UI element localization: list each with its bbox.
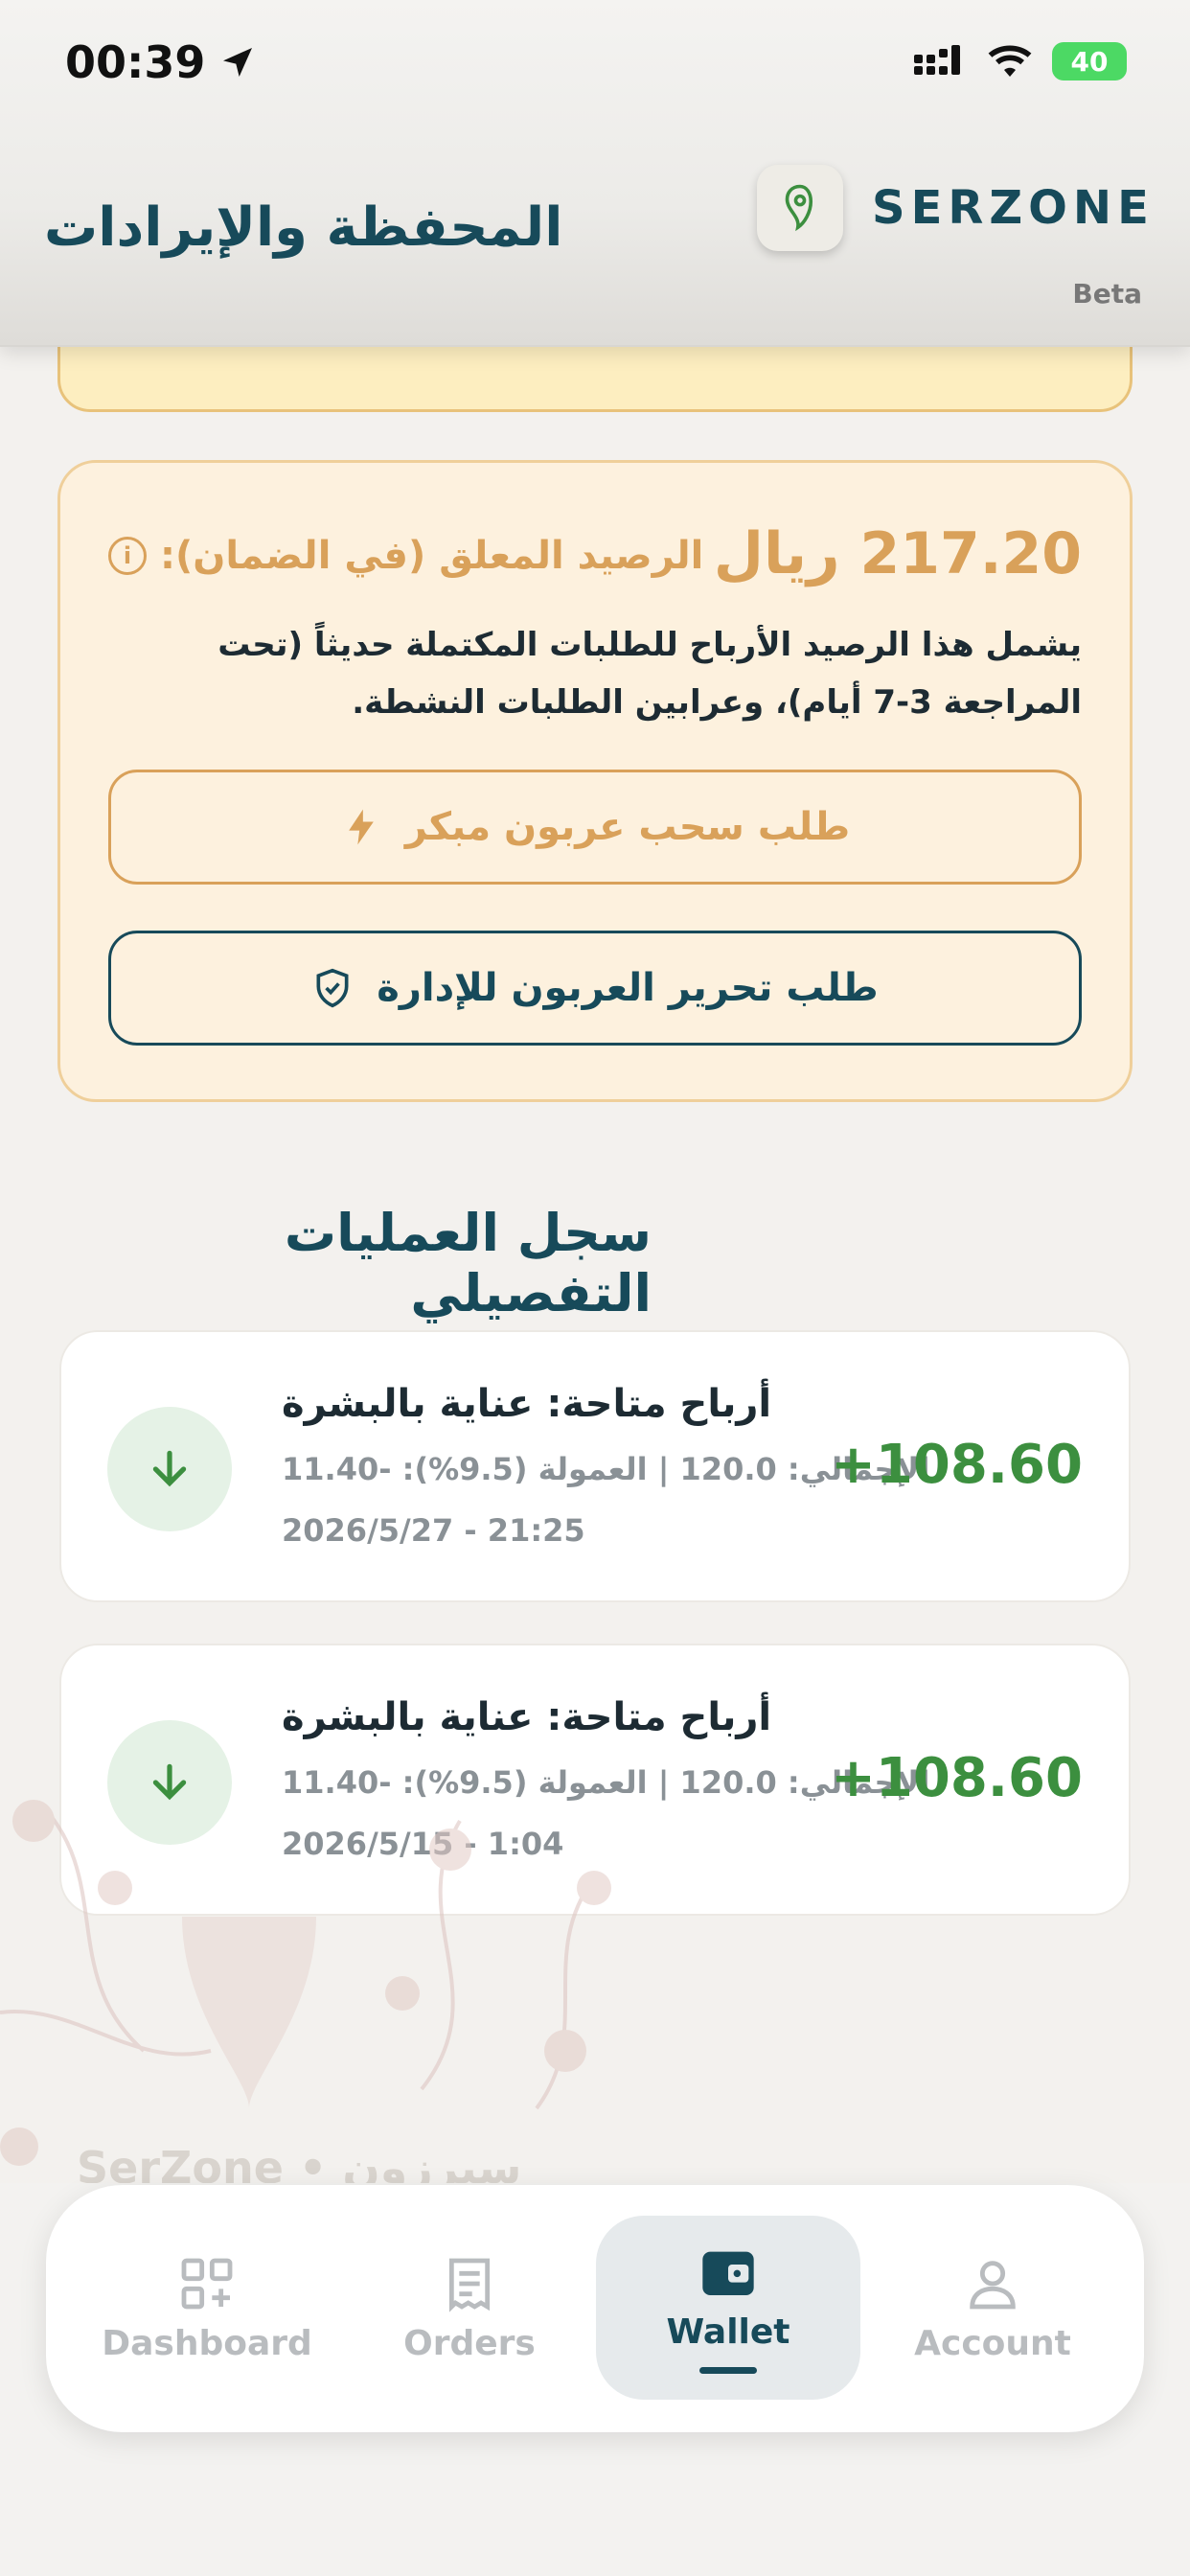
nav-wallet-label: Wallet [666, 2312, 790, 2352]
wifi-icon [988, 45, 1032, 77]
status-time: 00:39 [65, 36, 257, 88]
beta-badge: Beta [1072, 278, 1142, 310]
pending-description: يشمل هذا الرصيد الأرباح للطلبات المكتملة… [217, 626, 1082, 722]
transaction-amount: +108.60 [830, 1434, 1083, 1496]
signal-icon [914, 45, 960, 75]
info-icon[interactable]: i [108, 537, 147, 575]
pending-header: 217.20 ريال الرصيد المعلق (في الضمان): i [108, 520, 1082, 597]
pending-amount: 217.20 ريال [713, 520, 1082, 587]
transaction-date: 2026/5/27 - 21:25 [282, 1512, 585, 1549]
shield-check-icon [316, 968, 349, 1008]
wallet-icon [702, 2251, 754, 2295]
location-arrow-icon [223, 48, 253, 77]
brand-name: SERZONE [872, 181, 1155, 235]
nav-account[interactable]: Account [860, 2216, 1125, 2400]
release-deposit-label: طلب تحرير العربون للإدارة [377, 966, 879, 1010]
nav-dashboard[interactable]: Dashboard [75, 2216, 339, 2400]
status-time-text: 00:39 [65, 36, 206, 88]
battery-level: 40 [1070, 45, 1109, 78]
status-icons: 40 [914, 42, 1127, 80]
brand: SERZONE [757, 165, 1155, 251]
release-deposit-button[interactable]: طلب تحرير العربون للإدارة [108, 931, 1082, 1046]
nav-orders[interactable]: Orders [337, 2216, 602, 2400]
app-header: 00:39 40 المحفظة والإيرادات SERZONE Beta [0, 0, 1190, 347]
early-withdraw-button[interactable]: طلب سحب عربون مبكر [108, 770, 1082, 885]
nav-orders-label: Orders [403, 2323, 536, 2363]
history-title: سجل العمليات التفصيلي [284, 1203, 652, 1323]
battery-indicator: 40 [1052, 42, 1127, 80]
nav-wallet[interactable]: Wallet [596, 2216, 860, 2400]
active-indicator [699, 2367, 757, 2374]
transaction-title: أرباح متاحة: عناية بالبشرة [282, 1695, 772, 1739]
bottom-nav: Dashboard Orders Wallet Account [46, 2185, 1144, 2432]
grid-plus-icon [181, 2258, 233, 2309]
page-title: المحفظة والإيرادات [44, 196, 563, 259]
transaction-item[interactable]: أرباح متاحة: عناية بالبشرة الإجمالي: 120… [59, 1330, 1131, 1602]
pending-label-row: الرصيد المعلق (في الضمان): i [108, 534, 703, 578]
nav-account-label: Account [914, 2323, 1071, 2363]
ear-pin-logo-icon [757, 165, 843, 251]
background-illustration [0, 1800, 611, 2166]
arrow-down-icon [107, 1407, 232, 1531]
nav-dashboard-label: Dashboard [102, 2323, 312, 2363]
person-icon [970, 2260, 1016, 2309]
pending-label: الرصيد المعلق (في الضمان): [160, 534, 704, 578]
pending-balance-card: 217.20 ريال الرصيد المعلق (في الضمان): i… [57, 460, 1133, 1102]
receipt-icon [448, 2258, 491, 2312]
transaction-title: أرباح متاحة: عناية بالبشرة [282, 1382, 772, 1426]
lightning-icon [349, 809, 374, 845]
early-withdraw-label: طلب سحب عربون مبكر [404, 805, 851, 849]
